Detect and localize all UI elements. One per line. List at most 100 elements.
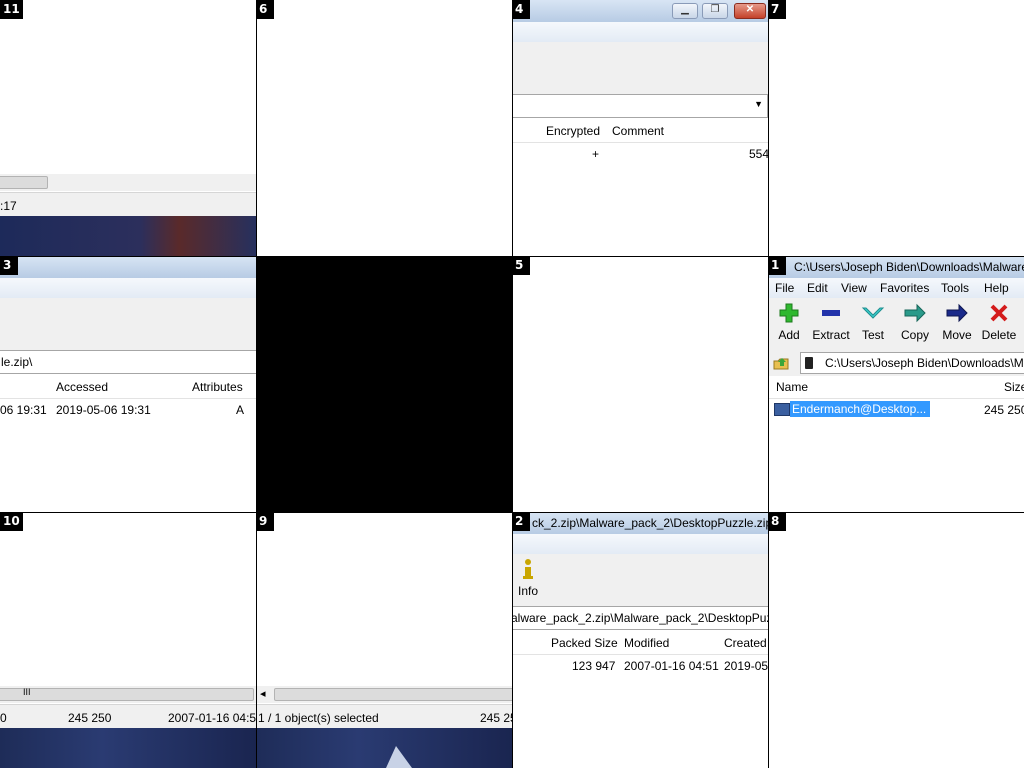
window-titlebar: ▁ ❐ ✕ — [512, 0, 768, 22]
horizontal-scrollbar[interactable]: ◂ — [256, 686, 512, 703]
column-accessed[interactable]: Accessed — [56, 380, 108, 394]
tile-badge: 8 — [768, 512, 786, 531]
add-icon — [768, 302, 810, 328]
toolbar: Add Extract Test Copy Move Delete — [768, 298, 1024, 351]
menu-file[interactable]: File — [775, 281, 794, 295]
table-row[interactable]: 06 19:31 2019-05-06 19:31 A — [0, 400, 256, 420]
table-row[interactable]: Endermanch@Desktop... 245 250 — [768, 400, 1024, 420]
restore-button[interactable]: ❐ — [702, 3, 728, 19]
cell-value: 554 — [749, 147, 768, 161]
move-button[interactable]: Move — [936, 298, 978, 342]
status-bar: :17 — [0, 192, 256, 217]
menu-help[interactable]: Help — [984, 281, 1009, 295]
status-size: 245 25 — [480, 711, 512, 725]
minimize-button[interactable]: ▁ — [672, 3, 698, 19]
move-label: Move — [942, 328, 972, 342]
cell-accessed: 2019-05-06 19:31 — [56, 403, 151, 417]
column-comment[interactable]: Comment — [612, 124, 664, 138]
tile-8: 8 — [768, 512, 1024, 768]
test-icon — [852, 302, 894, 328]
copy-button[interactable]: Copy — [894, 298, 936, 342]
test-label: Test — [861, 328, 884, 342]
window-title: ck_2.zip\Malware_pack_2\DesktopPuzzle.zi… — [532, 516, 768, 530]
close-button[interactable]: ✕ — [734, 3, 766, 19]
window-title: C:\Users\Joseph Biden\Downloads\Malware — [794, 260, 1024, 274]
scrollbar-grip: III — [23, 687, 31, 697]
column-modified[interactable]: Modified — [624, 636, 669, 650]
table-row[interactable]: + 554 — [512, 144, 768, 164]
add-button[interactable]: Add — [768, 298, 810, 342]
menu-bar — [0, 278, 256, 298]
tile-badge: 6 — [256, 0, 274, 19]
address-field[interactable]: le.zip\ — [0, 350, 256, 374]
horizontal-scrollbar[interactable] — [0, 174, 256, 191]
up-folder-icon[interactable] — [772, 354, 790, 372]
column-header: Packed Size Modified Created — [512, 632, 768, 655]
address-text: C:\Users\Joseph Biden\Downloads\M — [825, 356, 1024, 370]
column-size[interactable]: Size — [1004, 380, 1024, 394]
tile-9: 9 ◂ 1 / 1 object(s) selected 245 25 — [256, 512, 512, 768]
status-selected: 1 / 1 object(s) selected — [258, 711, 379, 725]
address-field[interactable]: alware_pack_2.zip\Malware_pack_2\Desktop… — [512, 606, 768, 630]
menu-favorites[interactable]: Favorites — [880, 281, 929, 295]
tile-10: 10 III 0 245 250 2007-01-16 04:51 — [0, 512, 256, 768]
grid-divider — [768, 0, 769, 768]
move-icon — [936, 302, 978, 328]
cell-date: 06 19:31 — [0, 403, 47, 417]
desktop-background — [0, 728, 256, 768]
menu-tools[interactable]: Tools — [941, 281, 969, 295]
menu-bar: File Edit View Favorites Tools Help — [768, 278, 1024, 298]
column-header: Accessed Attributes — [0, 376, 256, 399]
info-label: Info — [517, 584, 538, 598]
column-created[interactable]: Created — [724, 636, 767, 650]
tile-1: C:\Users\Joseph Biden\Downloads\Malware … — [768, 256, 1024, 512]
address-bar: C:\Users\Joseph Biden\Downloads\M — [768, 350, 1024, 376]
column-encrypted[interactable]: Encrypted — [546, 124, 600, 138]
menu-bar — [512, 534, 768, 554]
tile-badge: 5 — [512, 256, 530, 275]
status-bar: 1 / 1 object(s) selected 245 25 — [256, 704, 512, 729]
extract-button[interactable]: Extract — [810, 298, 852, 342]
tile-badge: 1 — [768, 256, 786, 275]
scrollbar-thumb[interactable] — [274, 688, 512, 701]
copy-icon — [894, 302, 936, 328]
scrollbar-thumb[interactable]: III — [0, 687, 254, 701]
info-button[interactable]: Info — [512, 554, 549, 598]
horizontal-scrollbar[interactable]: III — [0, 686, 256, 703]
menu-view[interactable]: View — [841, 281, 867, 295]
table-row[interactable]: 123 947 2007-01-16 04:51 2019-05- — [512, 656, 768, 676]
toolbar — [512, 42, 768, 95]
column-attributes[interactable]: Attributes — [192, 380, 243, 394]
menu-edit[interactable]: Edit — [807, 281, 828, 295]
address-field[interactable]: C:\Users\Joseph Biden\Downloads\M — [800, 352, 1024, 374]
scroll-left-icon[interactable]: ◂ — [260, 687, 266, 700]
dropdown-arrow-icon[interactable]: ▼ — [754, 99, 763, 109]
file-icon — [774, 403, 790, 416]
delete-icon — [978, 302, 1020, 328]
extract-icon — [810, 302, 852, 328]
archive-icon — [805, 357, 813, 369]
tile-5: 5 — [512, 256, 768, 512]
column-name[interactable]: Name — [776, 380, 808, 394]
grid-divider — [256, 0, 257, 768]
test-button[interactable]: Test — [852, 298, 894, 342]
desktop-background — [0, 216, 256, 256]
window-titlebar — [0, 256, 256, 278]
status-time: :17 — [0, 199, 17, 213]
delete-button[interactable]: Delete — [978, 298, 1020, 342]
cell-created: 2019-05- — [724, 659, 768, 673]
address-field[interactable]: ▼ — [512, 94, 768, 118]
tile-3: 3 le.zip\ Accessed Attributes 06 19:31 2… — [0, 256, 256, 512]
extract-label: Extract — [812, 328, 850, 342]
status-left: 0 — [0, 711, 7, 725]
tile-badge: 2 — [512, 512, 530, 531]
scrollbar-thumb[interactable] — [0, 176, 48, 189]
status-bar: 0 245 250 2007-01-16 04:51 — [0, 704, 256, 729]
grid-divider — [512, 0, 513, 768]
tile-badge: 7 — [768, 0, 786, 19]
column-header: Name Size — [768, 376, 1024, 399]
column-packed-size[interactable]: Packed Size — [551, 636, 618, 650]
cell-modified: 2007-01-16 04:51 — [624, 659, 719, 673]
file-name: Endermanch@Desktop... — [790, 401, 930, 417]
delete-label: Delete — [981, 328, 1017, 342]
